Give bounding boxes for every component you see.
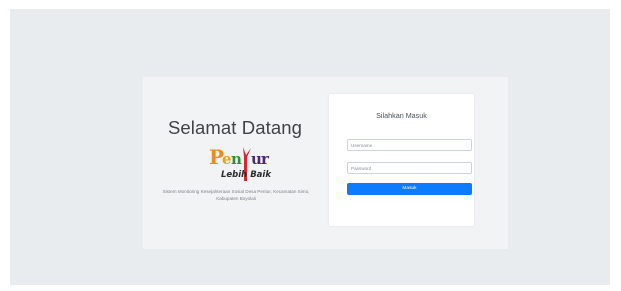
app-description: Sistem Monitoring Kesejahteraan Sosial D…: [162, 189, 310, 201]
login-button[interactable]: Masuk: [347, 183, 472, 195]
password-input[interactable]: [347, 162, 472, 174]
username-input[interactable]: [347, 139, 472, 151]
welcome-title: Selamat Datang: [167, 117, 303, 138]
login-title: Silahkan Masuk: [376, 111, 427, 120]
logo-tagline: Lebih Baik: [221, 170, 272, 180]
login-form: Silahkan Masuk Masuk: [329, 94, 474, 226]
svg-text:n: n: [231, 150, 242, 168]
page-background: Selamat Datang P e n u r Lebih Baik Sist…: [10, 9, 610, 285]
pentur-logo: P e n u r Lebih Baik: [209, 145, 272, 181]
login-panel: Selamat Datang P e n u r Lebih Baik Sist…: [143, 77, 508, 249]
welcome-section: Selamat Datang P e n u r Lebih Baik Sist…: [143, 77, 327, 249]
svg-text:r: r: [261, 150, 270, 168]
